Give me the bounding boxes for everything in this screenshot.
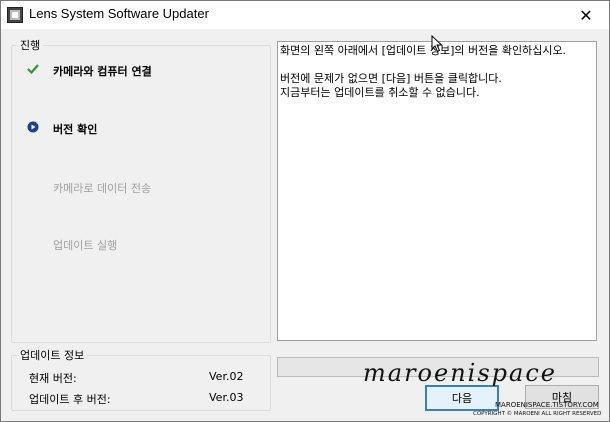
step-run-update: 업데이트 실행 xyxy=(53,239,118,252)
message-line-3: 지금부터는 업데이트를 취소할 수 없습니다. xyxy=(280,86,480,99)
after-version-value: Ver.03 xyxy=(209,391,244,404)
title-bar[interactable]: Lens System Software Updater ✕ xyxy=(1,1,609,29)
updater-window: Lens System Software Updater ✕ 진행 카메라와 컴… xyxy=(0,0,610,422)
play-circle-icon xyxy=(27,121,39,133)
watermark-script: maroenispace xyxy=(363,359,557,387)
after-version-label: 업데이트 후 버전: xyxy=(29,393,111,406)
app-icon xyxy=(7,7,23,23)
message-line-2: 버전에 문제가 없으면 [다음] 버튼을 클릭합니다. xyxy=(280,72,502,85)
update-info-legend: 업데이트 정보 xyxy=(17,347,88,363)
window-title: Lens System Software Updater xyxy=(29,6,209,21)
checkmark-icon xyxy=(27,64,39,75)
watermark-copyright: COPYRIGHT © MAROENI ALL RIGHT RESERVED xyxy=(473,411,602,417)
progress-legend: 진행 xyxy=(17,37,44,53)
close-button[interactable]: ✕ xyxy=(563,1,609,29)
current-version-label: 현재 버전: xyxy=(29,372,77,385)
current-version-value: Ver.02 xyxy=(209,370,244,383)
next-button[interactable]: 다음 xyxy=(425,385,499,411)
step-transfer-data: 카메라로 데이터 전송 xyxy=(53,182,152,195)
watermark-url: MAROENISPACE.TISTORY.COM xyxy=(495,401,599,409)
message-panel: 화면의 왼쪽 아래에서 [업데이트 정보]의 버전을 확인하십시오. 버전에 문… xyxy=(277,41,597,341)
step-check-version: 버전 확인 xyxy=(53,123,98,136)
mouse-cursor-icon xyxy=(431,35,443,53)
step-connect-camera: 카메라와 컴퓨터 연결 xyxy=(53,65,152,78)
